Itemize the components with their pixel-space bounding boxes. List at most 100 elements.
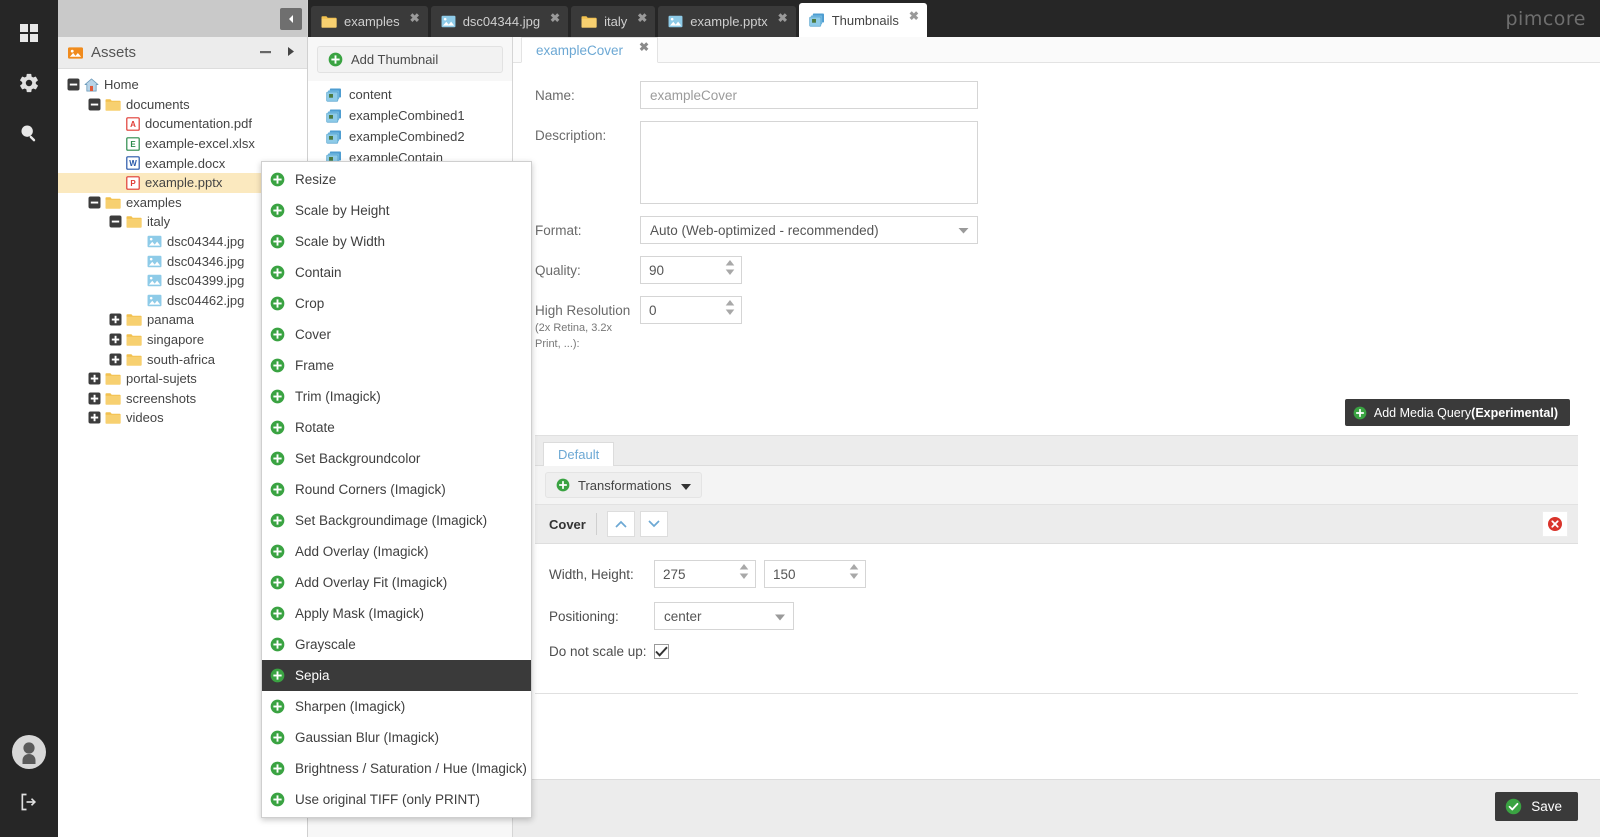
tab-italy[interactable]: italy ✖ (571, 6, 656, 37)
plus-circle-icon (270, 792, 285, 807)
tree-node-home[interactable]: Home (58, 75, 307, 95)
width-input[interactable] (655, 561, 727, 587)
logout-icon[interactable] (0, 777, 58, 827)
expander-plus-icon[interactable] (108, 332, 123, 347)
high-resolution-input[interactable] (641, 297, 713, 323)
format-select[interactable]: Auto (Web-optimized - recommended) (640, 216, 978, 244)
add-thumbnail-button[interactable]: Add Thumbnail (317, 46, 503, 73)
menu-item-scale-by-width[interactable]: Scale by Width (262, 226, 531, 257)
spinner-arrows[interactable] (725, 300, 735, 315)
menu-item-apply-mask-imagick[interactable]: Apply Mask (Imagick) (262, 598, 531, 629)
spinner-arrows[interactable] (725, 260, 735, 275)
transformations-button[interactable]: Transformations (545, 472, 703, 498)
menu-item-add-overlay-fit-imagick[interactable]: Add Overlay Fit (Imagick) (262, 567, 531, 598)
excel-icon: E (126, 136, 140, 151)
do-not-scale-up-label: Do not scale up: (549, 644, 647, 659)
width-stepper[interactable] (654, 560, 756, 588)
minimize-icon[interactable] (259, 45, 272, 61)
folder-icon (105, 98, 121, 111)
expander-minus-icon[interactable] (108, 214, 123, 229)
tab-dsc04344-jpg[interactable]: dsc04344.jpg ✖ (430, 6, 569, 37)
expand-arrow-icon[interactable] (286, 45, 297, 61)
tree-node-documentation-pdf[interactable]: Adocumentation.pdf (58, 114, 307, 134)
menu-item-crop[interactable]: Crop (262, 288, 531, 319)
expander-plus-icon[interactable] (108, 312, 123, 327)
height-input[interactable] (765, 561, 837, 587)
settings-icon[interactable] (0, 58, 58, 108)
delete-transformation-button[interactable] (1542, 511, 1568, 537)
tab-examples[interactable]: examples ✖ (311, 6, 428, 37)
plus-circle-icon (270, 265, 285, 280)
cover-title: Cover (549, 516, 586, 532)
close-icon[interactable]: ✖ (639, 40, 649, 54)
menu-item-rotate[interactable]: Rotate (262, 412, 531, 443)
tab-thumbnails[interactable]: Thumbnails ✖ (798, 3, 927, 37)
tree-node-example-excel-xlsx[interactable]: Eexample-excel.xlsx (58, 134, 307, 154)
high-res-main-label: High Resolution (535, 303, 631, 318)
menu-item-frame[interactable]: Frame (262, 350, 531, 381)
menu-item-label: Sepia (295, 668, 330, 683)
tab-example-cover[interactable]: exampleCover ✖ (521, 37, 659, 63)
tab-example-pptx[interactable]: example.pptx ✖ (658, 6, 796, 37)
positioning-select[interactable]: center (654, 602, 794, 630)
move-down-button[interactable] (639, 511, 668, 537)
close-icon[interactable]: ✖ (410, 12, 420, 24)
menu-item-scale-by-height[interactable]: Scale by Height (262, 195, 531, 226)
move-up-button[interactable] (606, 511, 635, 537)
default-tab-strip: Default (535, 436, 1578, 466)
thumbnail-item-content[interactable]: content (308, 84, 512, 105)
do-not-scale-up-checkbox[interactable] (654, 644, 669, 659)
menu-item-contain[interactable]: Contain (262, 257, 531, 288)
search-icon[interactable] (0, 108, 58, 158)
expander-plus-icon[interactable] (87, 371, 102, 386)
menu-item-label: Scale by Width (295, 234, 386, 249)
menu-item-grayscale[interactable]: Grayscale (262, 629, 531, 660)
height-stepper[interactable] (764, 560, 866, 588)
plus-circle-icon (270, 358, 285, 373)
menu-item-brightness-saturation-hue-imagick[interactable]: Brightness / Saturation / Hue (Imagick) (262, 753, 531, 784)
tree-node-label: example.docx (145, 155, 226, 171)
expander-minus-icon[interactable] (87, 195, 102, 210)
menu-item-use-original-tiff-only-print[interactable]: Use original TIFF (only PRINT) (262, 784, 531, 815)
close-icon[interactable]: ✖ (550, 12, 560, 24)
quality-input[interactable] (641, 257, 713, 283)
menu-item-resize[interactable]: Resize (262, 164, 531, 195)
close-icon[interactable]: ✖ (778, 12, 788, 24)
tab-default[interactable]: Default (543, 442, 615, 466)
save-button[interactable]: Save (1495, 792, 1578, 821)
menu-item-set-backgroundcolor[interactable]: Set Backgroundcolor (262, 443, 531, 474)
expander-plus-icon[interactable] (87, 410, 102, 425)
menu-item-set-backgroundimage-imagick[interactable]: Set Backgroundimage (Imagick) (262, 505, 531, 536)
user-avatar-icon[interactable] (0, 727, 58, 777)
expander-plus-icon[interactable] (87, 391, 102, 406)
close-icon[interactable]: ✖ (637, 12, 647, 24)
powerpoint-icon: P (126, 175, 140, 190)
tree-node-label: italy (147, 214, 171, 230)
dashboard-icon[interactable] (0, 8, 58, 58)
tree-node-documents[interactable]: documents (58, 95, 307, 115)
collapse-panel-button[interactable] (280, 8, 302, 30)
quality-stepper[interactable] (640, 256, 742, 284)
menu-item-sepia[interactable]: Sepia (262, 660, 531, 691)
thumbnail-item-examplecombined2[interactable]: exampleCombined2 (308, 126, 512, 147)
description-input[interactable] (640, 121, 978, 204)
menu-item-sharpen-imagick[interactable]: Sharpen (Imagick) (262, 691, 531, 722)
menu-item-gaussian-blur-imagick[interactable]: Gaussian Blur (Imagick) (262, 722, 531, 753)
menu-item-trim-imagick[interactable]: Trim (Imagick) (262, 381, 531, 412)
expander-minus-icon[interactable] (87, 97, 102, 112)
menu-item-cover[interactable]: Cover (262, 319, 531, 350)
spinner-arrows[interactable] (739, 564, 749, 579)
expander-plus-icon[interactable] (108, 352, 123, 367)
spinner-arrows[interactable] (849, 564, 859, 579)
add-media-query-button[interactable]: Add Media Query (Experimental) (1344, 399, 1570, 426)
name-input[interactable] (640, 81, 978, 109)
high-resolution-stepper[interactable] (640, 296, 742, 324)
menu-item-round-corners-imagick[interactable]: Round Corners (Imagick) (262, 474, 531, 505)
close-icon[interactable]: ✖ (909, 10, 919, 22)
thumbnail-item-examplecombined1[interactable]: exampleCombined1 (308, 105, 512, 126)
menu-item-add-overlay-imagick[interactable]: Add Overlay (Imagick) (262, 536, 531, 567)
menu-item-label: Use original TIFF (only PRINT) (295, 792, 481, 807)
expander-minus-icon[interactable] (66, 77, 81, 92)
